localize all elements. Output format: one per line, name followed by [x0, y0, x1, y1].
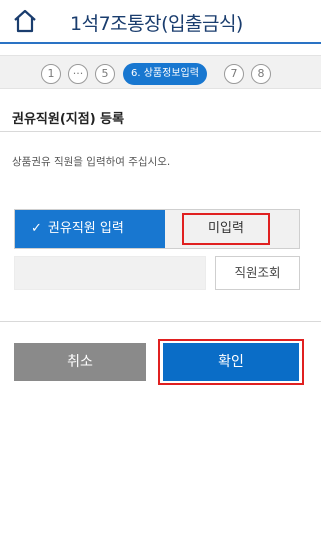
step-7: 7 [224, 64, 244, 84]
toggle-option-none[interactable]: 미입력 [182, 213, 270, 245]
toggle-option-input[interactable]: ✓ 권유직원 입력 [15, 210, 165, 248]
step-current: 6. 상품정보입력 [123, 63, 207, 85]
section-title: 권유직원(지점) 등록 [12, 112, 125, 127]
section-divider [0, 131, 321, 132]
check-icon: ✓ [31, 221, 42, 236]
step-1: 1 [41, 64, 61, 84]
step-indicator: 1 ··· 5 6. 상품정보입력 7 8 [0, 55, 321, 89]
home-icon[interactable] [12, 8, 38, 34]
toggle-option-input-label: 권유직원 입력 [47, 221, 124, 236]
section-description: 상품권유 직원을 입력하여 주십시오. [12, 156, 171, 168]
step-5: 5 [95, 64, 115, 84]
confirm-button[interactable]: 확인 [163, 343, 299, 381]
step-ellipsis: ··· [68, 64, 88, 84]
app-header: 1석7조통장(입출금식) [0, 0, 321, 44]
staff-input-toggle: ✓ 권유직원 입력 미입력 [14, 209, 300, 249]
staff-input[interactable] [14, 256, 206, 290]
staff-search-button[interactable]: 직원조회 [215, 256, 300, 290]
divider [0, 321, 321, 322]
cancel-button[interactable]: 취소 [14, 343, 146, 381]
step-8: 8 [251, 64, 271, 84]
page-title: 1석7조통장(입출금식) [70, 13, 243, 35]
confirm-highlight: 확인 [158, 339, 304, 385]
